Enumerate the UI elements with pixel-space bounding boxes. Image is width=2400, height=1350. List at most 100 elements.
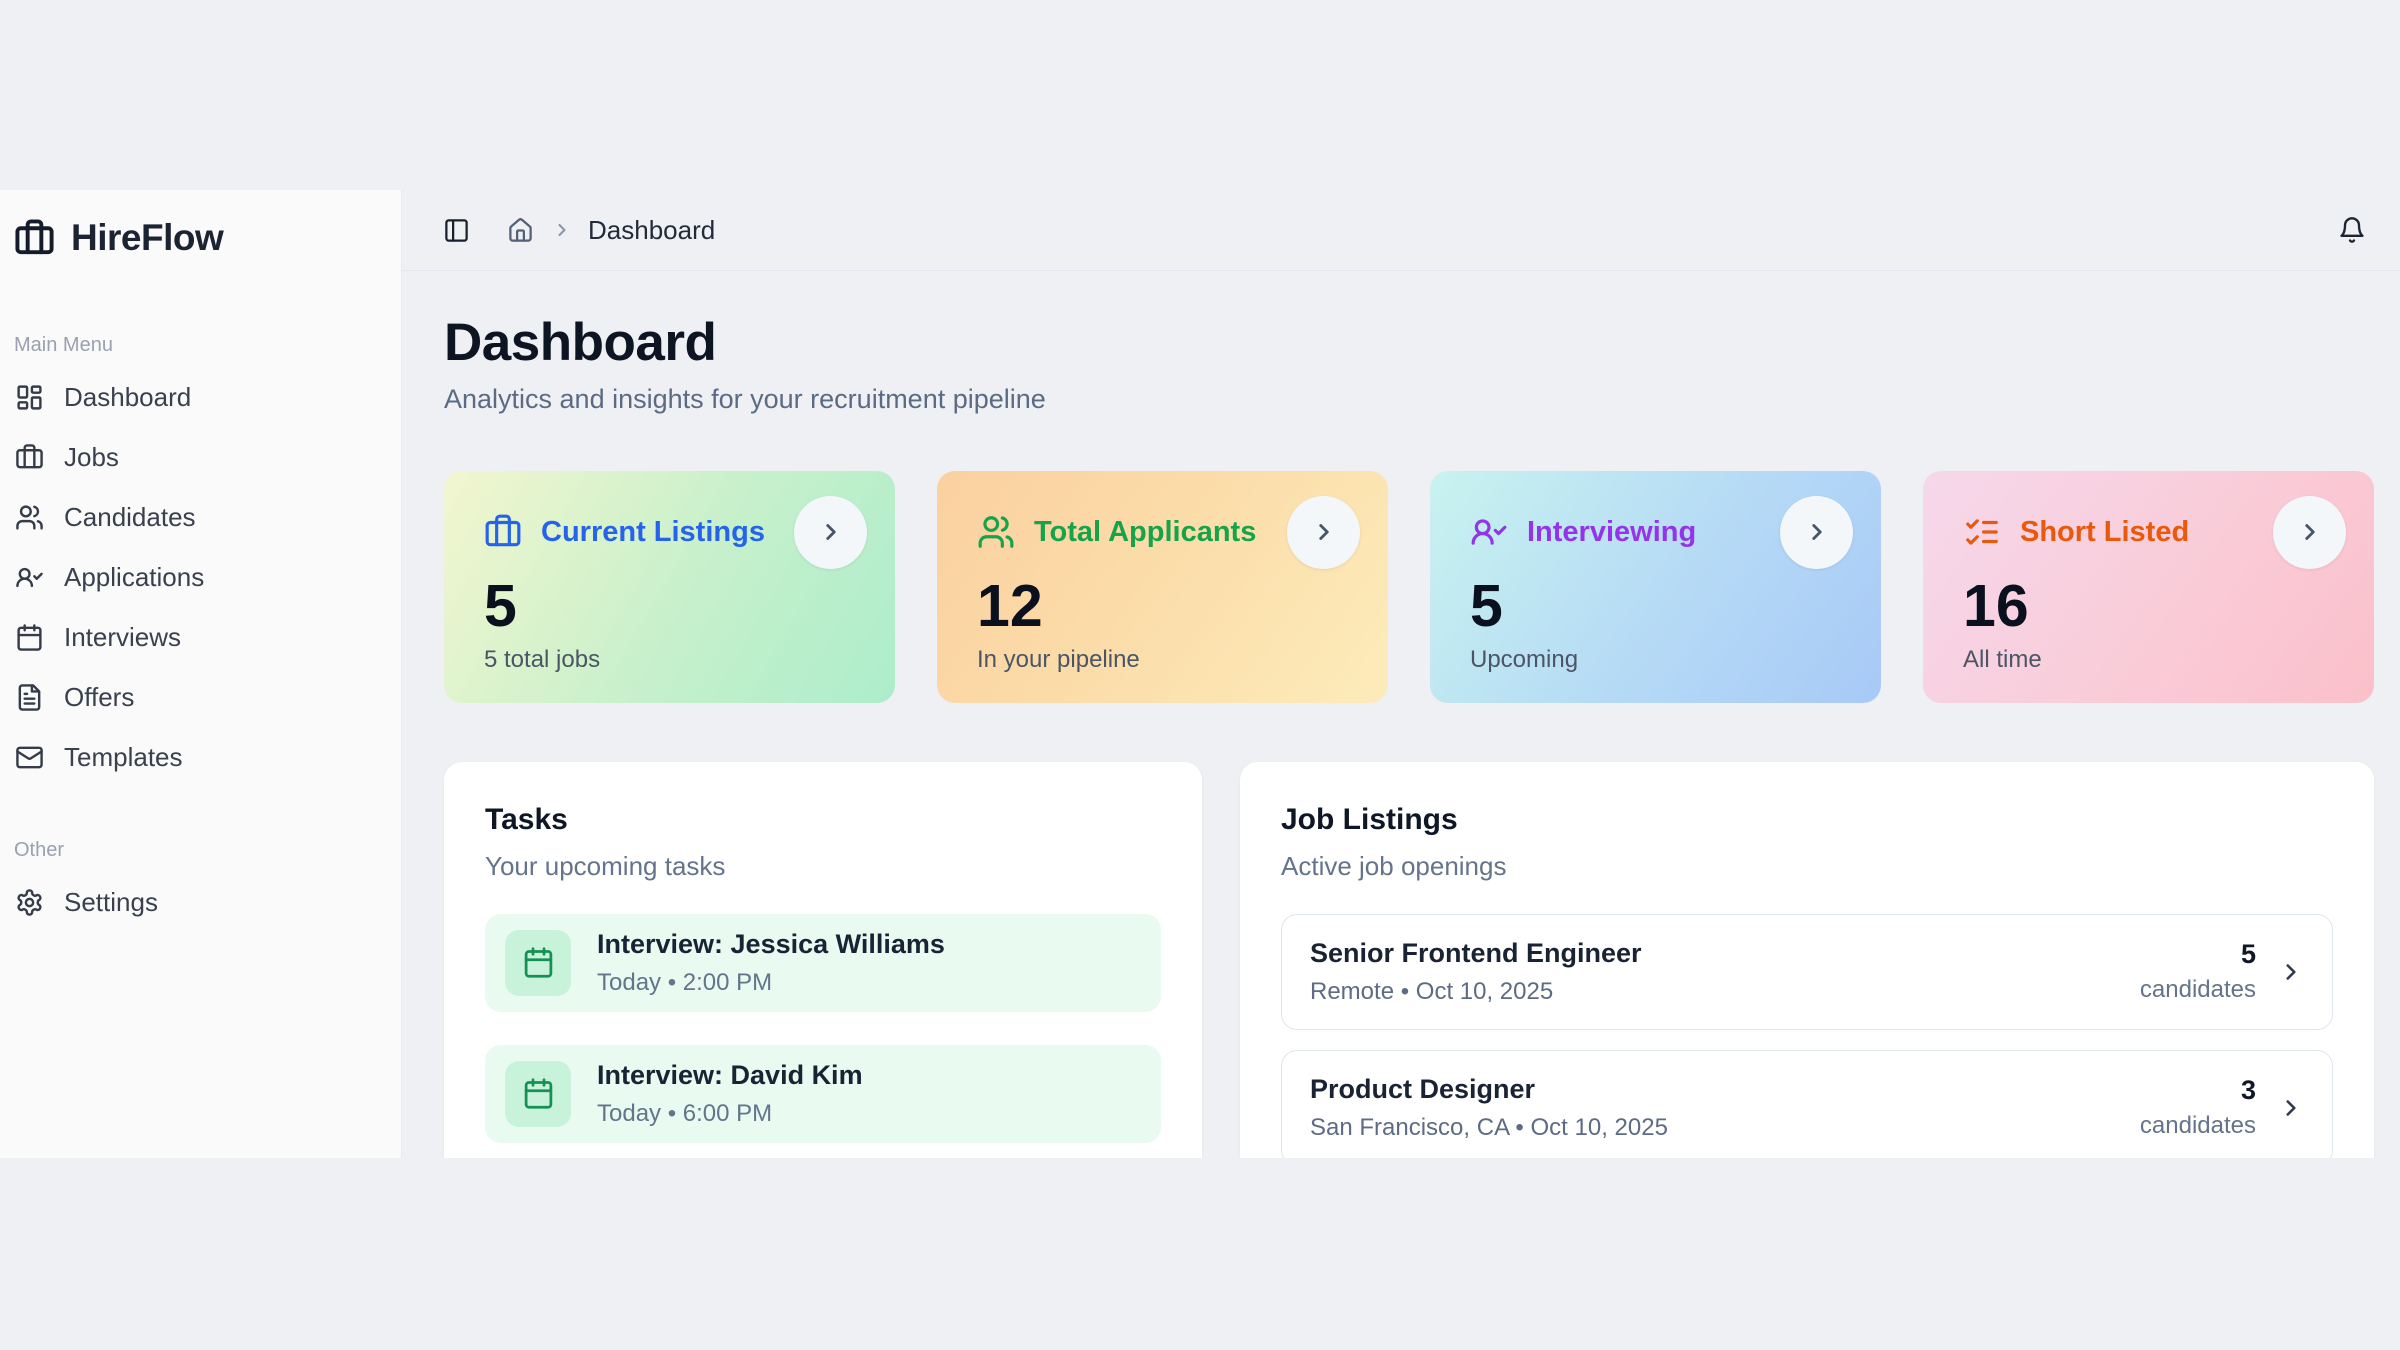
app-title: HireFlow <box>71 217 223 259</box>
stat-card-label-group: Total Applicants <box>977 513 1256 551</box>
stat-card-arrow-button[interactable] <box>1780 496 1853 569</box>
stat-description: Upcoming <box>1470 646 1853 674</box>
tasks-subtitle: Your upcoming tasks <box>485 851 1161 882</box>
job-title: Product Designer <box>1310 1074 1668 1105</box>
sidebar-item-label: Interviews <box>64 622 181 653</box>
job-candidate-count: 5 <box>2140 939 2256 970</box>
stat-card-label-group: Short Listed <box>1963 513 2189 551</box>
sidebar-item-applications[interactable]: Applications <box>12 547 389 607</box>
stat-card-arrow-button[interactable] <box>2273 496 2346 569</box>
chevron-right-icon <box>1804 519 1830 545</box>
job-list: Senior Frontend Engineer Remote • Oct 10… <box>1281 914 2333 1158</box>
job-row-senior-frontend-engineer[interactable]: Senior Frontend Engineer Remote • Oct 10… <box>1281 914 2333 1030</box>
briefcase-icon <box>484 513 522 551</box>
stat-card-label-group: Current Listings <box>484 513 765 551</box>
stat-value: 12 <box>977 577 1360 636</box>
job-meta: Remote • Oct 10, 2025 <box>1310 978 1642 1006</box>
job-candidate-label: candidates <box>2140 1112 2256 1140</box>
sidebar-section-label-main-menu: Main Menu <box>14 334 389 357</box>
sidebar-section-label-other: Other <box>14 839 389 862</box>
sidebar-item-label: Applications <box>64 562 204 593</box>
tasks-panel: Tasks Your upcoming tasks Interview: Jes… <box>444 762 1202 1158</box>
task-icon-box <box>505 1061 571 1127</box>
stat-card-interviewing[interactable]: Interviewing 5 Upcoming <box>1430 471 1881 703</box>
job-candidate-count: 3 <box>2140 1075 2256 1106</box>
stat-card-header: Total Applicants <box>977 496 1360 569</box>
stat-label: Short Listed <box>2020 516 2189 549</box>
task-item-david-kim[interactable]: Interview: David Kim Today • 6:00 PM <box>485 1045 1161 1143</box>
task-text: Interview: Jessica Williams Today • 2:00… <box>597 929 945 997</box>
sidebar-item-label: Dashboard <box>64 382 191 413</box>
job-candidates: 3 candidates <box>2140 1075 2256 1140</box>
briefcase-logo-icon <box>14 218 55 259</box>
job-row-product-designer[interactable]: Product Designer San Francisco, CA • Oct… <box>1281 1050 2333 1158</box>
home-icon <box>507 217 534 244</box>
task-list: Interview: Jessica Williams Today • 2:00… <box>485 914 1161 1143</box>
chevron-right-icon <box>818 519 844 545</box>
panel-left-icon <box>443 217 470 244</box>
stat-card-header: Interviewing <box>1470 496 1853 569</box>
sidebar-toggle-button[interactable] <box>443 217 470 244</box>
sidebar-item-interviews[interactable]: Interviews <box>12 607 389 667</box>
sidebar-item-dashboard[interactable]: Dashboard <box>12 367 389 427</box>
stat-card-arrow-button[interactable] <box>1287 496 1360 569</box>
job-row-right: 3 candidates <box>2140 1075 2304 1140</box>
task-text: Interview: David Kim Today • 6:00 PM <box>597 1060 863 1128</box>
job-text: Product Designer San Francisco, CA • Oct… <box>1310 1074 1668 1142</box>
calendar-icon <box>15 623 44 652</box>
notifications-button[interactable] <box>2338 216 2366 244</box>
job-candidates: 5 candidates <box>2140 939 2256 1004</box>
bell-icon <box>2338 216 2366 244</box>
calendar-icon <box>522 1077 555 1110</box>
main-area: Dashboard Dashboard Analytics and insigh… <box>402 190 2400 1158</box>
users-icon <box>977 513 1015 551</box>
breadcrumb-current: Dashboard <box>588 215 715 246</box>
sidebar: HireFlow Main Menu Dashboard Jobs Candid… <box>0 190 402 1158</box>
stat-label: Interviewing <box>1527 516 1696 549</box>
file-text-icon <box>15 683 44 712</box>
task-title: Interview: David Kim <box>597 1060 863 1091</box>
stats-row: Current Listings 5 5 total jobs <box>444 471 2374 703</box>
list-checks-icon <box>1963 513 2001 551</box>
task-item-jessica-williams[interactable]: Interview: Jessica Williams Today • 2:00… <box>485 914 1161 1012</box>
chevron-right-icon <box>2278 1095 2304 1121</box>
stat-card-header: Short Listed <box>1963 496 2346 569</box>
page-title: Dashboard <box>444 315 2374 371</box>
stat-card-header: Current Listings <box>484 496 867 569</box>
calendar-icon <box>522 946 555 979</box>
stat-card-current-listings[interactable]: Current Listings 5 5 total jobs <box>444 471 895 703</box>
sidebar-item-templates[interactable]: Templates <box>12 727 389 787</box>
tasks-title: Tasks <box>485 803 1161 837</box>
stat-card-total-applicants[interactable]: Total Applicants 12 In your pipeline <box>937 471 1388 703</box>
chevron-right-icon <box>2278 959 2304 985</box>
job-text: Senior Frontend Engineer Remote • Oct 10… <box>1310 938 1642 1006</box>
chevron-right-icon <box>552 220 572 240</box>
sidebar-item-offers[interactable]: Offers <box>12 667 389 727</box>
sidebar-item-label: Jobs <box>64 442 119 473</box>
stat-card-arrow-button[interactable] <box>794 496 867 569</box>
users-icon <box>15 503 44 532</box>
page-content: Dashboard Analytics and insights for you… <box>402 271 2400 1158</box>
stat-card-short-listed[interactable]: Short Listed 16 All time <box>1923 471 2374 703</box>
task-title: Interview: Jessica Williams <box>597 929 945 960</box>
sidebar-item-settings[interactable]: Settings <box>12 872 389 932</box>
sidebar-item-label: Settings <box>64 887 158 918</box>
stat-description: In your pipeline <box>977 646 1360 674</box>
task-time: Today • 2:00 PM <box>597 969 945 997</box>
sidebar-item-label: Templates <box>64 742 183 773</box>
stat-description: All time <box>1963 646 2346 674</box>
sidebar-item-candidates[interactable]: Candidates <box>12 487 389 547</box>
stat-value: 5 <box>1470 577 1853 636</box>
app-logo: HireFlow <box>12 212 389 264</box>
chevron-right-icon <box>1311 519 1337 545</box>
bottom-panels: Tasks Your upcoming tasks Interview: Jes… <box>444 762 2374 1158</box>
stat-description: 5 total jobs <box>484 646 867 674</box>
sidebar-item-jobs[interactable]: Jobs <box>12 427 389 487</box>
job-listings-title: Job Listings <box>1281 803 2333 837</box>
job-title: Senior Frontend Engineer <box>1310 938 1642 969</box>
mail-icon <box>15 743 44 772</box>
user-check-icon <box>1470 513 1508 551</box>
chevron-right-icon <box>2297 519 2323 545</box>
dashboard-grid-icon <box>15 383 44 412</box>
breadcrumb-home-button[interactable] <box>507 217 534 244</box>
